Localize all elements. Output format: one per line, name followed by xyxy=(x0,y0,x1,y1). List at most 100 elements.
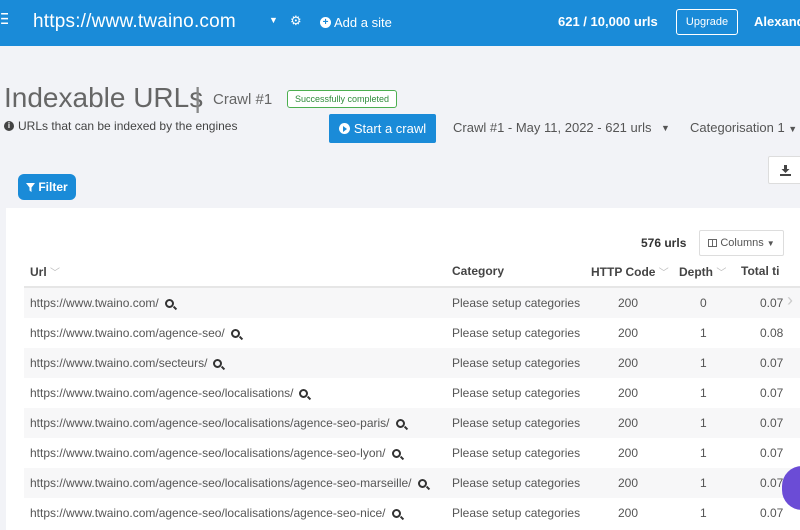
column-header-category[interactable]: Category xyxy=(452,264,504,278)
table-row[interactable]: https://www.twaino.com/secteurs/Please s… xyxy=(24,348,800,378)
column-header-depth-label: Depth xyxy=(679,265,713,279)
depth-cell: 1 xyxy=(700,446,707,460)
url-text: https://www.twaino.com/secteurs/ xyxy=(30,356,208,370)
upgrade-button[interactable]: Upgrade xyxy=(676,9,738,35)
chevron-down-icon: ▼ xyxy=(788,124,798,134)
total-time-cell: 0.07 xyxy=(760,506,784,520)
url-text: https://www.twaino.com/agence-seo/locali… xyxy=(30,416,390,430)
columns-icon xyxy=(708,239,718,247)
total-time-cell: 0.07 xyxy=(760,296,784,310)
url-text: https://www.twaino.com/agence-seo/locali… xyxy=(30,476,412,490)
download-button[interactable] xyxy=(768,156,800,184)
http-code-cell: 200 xyxy=(618,296,639,310)
site-selector[interactable]: https://www.twaino.com xyxy=(33,11,236,33)
table-row[interactable]: https://www.twaino.com/agence-seo/locali… xyxy=(24,408,800,438)
plus-circle-icon: + xyxy=(320,17,331,28)
menu-icon[interactable]: ☰ xyxy=(0,10,8,28)
total-time-cell: 0.08 xyxy=(760,326,784,340)
search-icon[interactable] xyxy=(391,449,401,458)
depth-cell: 1 xyxy=(700,386,707,400)
category-cell: Please setup categories xyxy=(452,386,581,400)
category-cell: Please setup categories xyxy=(452,446,581,460)
table-row[interactable]: https://www.twaino.com/agence-seo/locali… xyxy=(24,378,800,408)
search-icon[interactable] xyxy=(230,329,240,338)
column-header-http-code[interactable]: HTTP Code ﹀ xyxy=(591,264,669,279)
site-dropdown-caret-icon[interactable]: ▼ xyxy=(269,15,278,25)
sort-icon: ﹀ xyxy=(658,268,669,279)
start-crawl-button[interactable]: Start a crawl xyxy=(329,114,436,143)
http-code-cell: 200 xyxy=(618,326,639,340)
user-menu[interactable]: Alexand xyxy=(754,14,800,29)
depth-cell: 1 xyxy=(700,506,707,520)
sort-icon: ﹀ xyxy=(716,268,727,279)
category-cell: Please setup categories xyxy=(452,416,581,430)
download-icon xyxy=(780,165,791,176)
table-row[interactable]: https://www.twaino.com/agence-seo/locali… xyxy=(24,468,800,498)
http-code-cell: 200 xyxy=(618,356,639,370)
categorisation-label: Categorisation 1 xyxy=(690,120,785,135)
table-row[interactable]: https://www.twaino.com/agence-seo/locali… xyxy=(24,498,800,528)
url-text: https://www.twaino.com/ xyxy=(30,296,159,310)
category-cell: Please setup categories xyxy=(452,296,581,310)
url-cell[interactable]: https://www.twaino.com/agence-seo/locali… xyxy=(30,476,427,490)
url-cell[interactable]: https://www.twaino.com/agence-seo/ xyxy=(30,326,240,340)
url-cell[interactable]: https://www.twaino.com/agence-seo/locali… xyxy=(30,506,401,520)
categorisation-select[interactable]: Categorisation 1 ▼ xyxy=(690,120,797,135)
url-count: 576 urls xyxy=(641,236,687,250)
column-header-total-time[interactable]: Total ti xyxy=(741,264,779,278)
gear-icon[interactable]: ⚙ xyxy=(290,13,302,29)
table-row[interactable]: https://www.twaino.com/Please setup cate… xyxy=(24,288,800,318)
column-header-url[interactable]: Url ﹀ xyxy=(30,264,60,279)
add-site-button[interactable]: + Add a site xyxy=(320,15,392,30)
scroll-right-icon[interactable]: › xyxy=(787,290,793,311)
search-icon[interactable] xyxy=(395,419,405,428)
search-icon[interactable] xyxy=(391,509,401,518)
caret-down-icon: ▼ xyxy=(766,238,775,248)
filter-button[interactable]: Filter xyxy=(18,174,76,200)
columns-label: Columns xyxy=(720,237,764,249)
search-icon[interactable] xyxy=(213,359,223,368)
columns-button[interactable]: Columns ▼ xyxy=(699,230,784,256)
category-cell: Please setup categories xyxy=(452,356,581,370)
total-time-cell: 0.07 xyxy=(760,386,784,400)
total-time-cell: 0.07 xyxy=(760,446,784,460)
url-cell[interactable]: https://www.twaino.com/agence-seo/locali… xyxy=(30,416,405,430)
top-navbar: ☰ https://www.twaino.com ▼ ⚙ + Add a sit… xyxy=(0,0,800,46)
table-row[interactable]: https://www.twaino.com/agence-seo/Please… xyxy=(24,318,800,348)
table-row[interactable]: https://www.twaino.com/agence-seo/locali… xyxy=(24,438,800,468)
filter-icon xyxy=(26,182,36,192)
crawl-select[interactable]: Crawl #1 - May 11, 2022 - 621 urls xyxy=(453,120,651,135)
title-separator: | xyxy=(194,82,202,113)
category-cell: Please setup categories xyxy=(452,326,581,340)
url-text: https://www.twaino.com/agence-seo/locali… xyxy=(30,506,386,520)
chevron-down-icon[interactable]: ▼ xyxy=(661,123,670,133)
page-title: Indexable URLs xyxy=(4,82,204,113)
filter-label: Filter xyxy=(38,180,68,194)
url-cell[interactable]: https://www.twaino.com/agence-seo/locali… xyxy=(30,446,401,460)
subtitle-text: URLs that can be indexed by the engines xyxy=(18,119,238,133)
column-header-http-code-label: HTTP Code xyxy=(591,265,656,279)
depth-cell: 1 xyxy=(700,416,707,430)
total-time-cell: 0.07 xyxy=(760,476,784,490)
search-icon[interactable] xyxy=(417,479,427,488)
play-circle-icon xyxy=(338,123,350,134)
url-cell[interactable]: https://www.twaino.com/secteurs/ xyxy=(30,356,223,370)
page-subtitle: i URLs that can be indexed by the engine… xyxy=(4,119,237,133)
crawl-label: Crawl #1 xyxy=(213,91,273,108)
search-icon[interactable] xyxy=(164,299,174,308)
sort-icon: ﹀ xyxy=(50,268,61,279)
status-badge: Successfully completed xyxy=(287,90,398,108)
column-header-url-label: Url xyxy=(30,265,47,279)
url-cell[interactable]: https://www.twaino.com/ xyxy=(30,296,174,310)
http-code-cell: 200 xyxy=(618,506,639,520)
total-time-cell: 0.07 xyxy=(760,356,784,370)
column-header-depth[interactable]: Depth ﹀ xyxy=(679,264,726,279)
url-cell[interactable]: https://www.twaino.com/agence-seo/locali… xyxy=(30,386,309,400)
url-text: https://www.twaino.com/agence-seo/locali… xyxy=(30,446,386,460)
depth-cell: 1 xyxy=(700,476,707,490)
info-icon: i xyxy=(4,121,14,131)
category-cell: Please setup categories xyxy=(452,476,581,490)
depth-cell: 0 xyxy=(700,296,707,310)
search-icon[interactable] xyxy=(299,389,309,398)
url-text: https://www.twaino.com/agence-seo/ xyxy=(30,326,225,340)
